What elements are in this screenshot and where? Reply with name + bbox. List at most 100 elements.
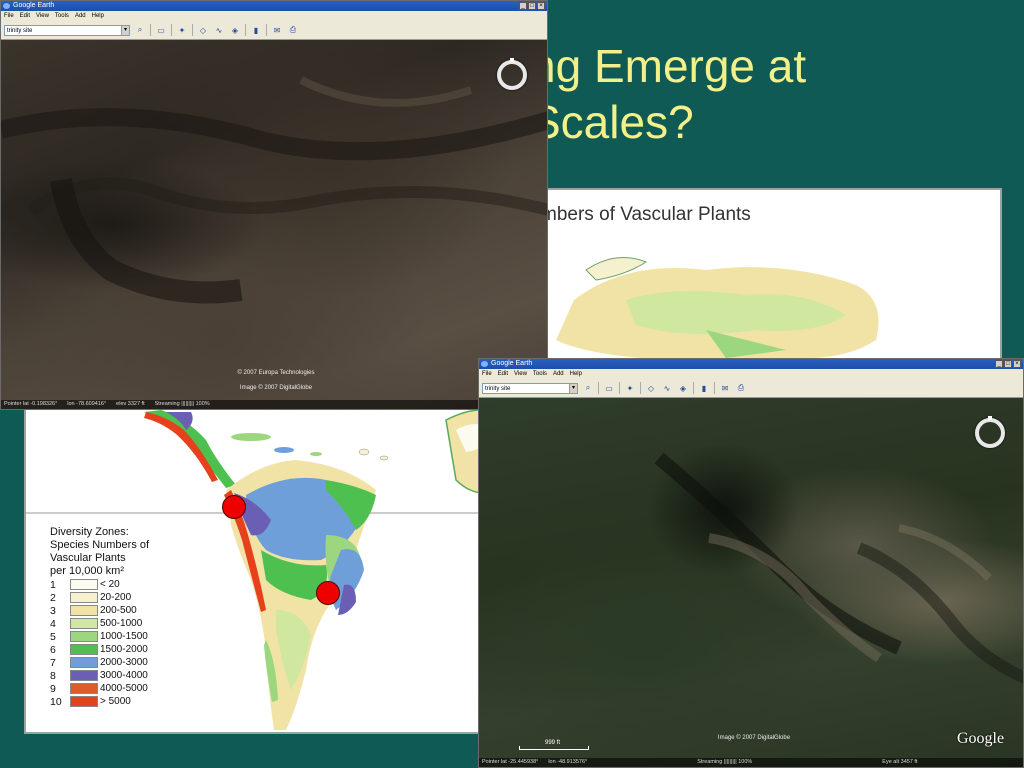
- placemark-icon[interactable]: ✦: [176, 25, 188, 36]
- legend-label: 200-500: [100, 605, 137, 616]
- ge-bottom-satellite-view[interactable]: 999 ft Image © 2007 DigitalGlobe Google …: [479, 398, 1023, 767]
- legend-label: 20-200: [100, 592, 132, 603]
- legend-row: 2 20-200: [50, 591, 170, 604]
- ruler-icon[interactable]: ▮: [698, 383, 710, 394]
- legend-row: 4 500-1000: [50, 617, 170, 630]
- legend-row: 8 3000-4000: [50, 669, 170, 682]
- overlay-icon[interactable]: ◈: [677, 383, 689, 394]
- google-logo: Google: [957, 730, 1005, 747]
- legend-label: > 5000: [100, 696, 131, 707]
- menu-tools[interactable]: Tools: [55, 11, 69, 21]
- menu-add[interactable]: Add: [75, 11, 86, 21]
- legend-zone-number: 1: [50, 578, 56, 591]
- ge-top-title: Google Earth: [13, 2, 55, 9]
- dropdown-arrow-icon[interactable]: ▾: [121, 25, 129, 35]
- ruler-icon[interactable]: ▮: [250, 25, 262, 36]
- legend-rows: 1 < 20 2 20-200 3 200-500 4 500-1000 5 1000-1500 6…: [50, 578, 170, 708]
- legend-row: 7 2000-3000: [50, 656, 170, 669]
- sidebar-toggle-icon[interactable]: ▭: [603, 383, 615, 394]
- maximize-icon[interactable]: □: [1004, 360, 1012, 368]
- legend-row: 3 200-500: [50, 604, 170, 617]
- google-earth-logo-icon: [481, 361, 488, 367]
- legend-label: < 20: [100, 579, 120, 590]
- toolbar-separator: [619, 382, 620, 394]
- sidebar-toggle-icon[interactable]: ▭: [155, 25, 167, 36]
- navigation-compass-icon[interactable]: [975, 416, 1005, 448]
- slide-title: ng Emerge at Scales?: [530, 38, 1010, 150]
- legend-title-2: Species Numbers of: [50, 539, 150, 551]
- toolbar-separator: [192, 24, 193, 36]
- search-icon[interactable]: ⌕: [582, 383, 594, 394]
- legend-zone-number: 8: [50, 669, 56, 682]
- ge-top-titlebar: Google Earth _ □ ×: [1, 1, 547, 11]
- print-icon[interactable]: ⎙: [287, 25, 299, 36]
- menu-edit[interactable]: Edit: [20, 11, 30, 21]
- legend-label: 3000-4000: [100, 670, 148, 681]
- placemark-icon[interactable]: ✦: [624, 383, 636, 394]
- menu-edit[interactable]: Edit: [498, 369, 508, 379]
- map-title: mbers of Vascular Plants: [541, 204, 751, 225]
- ge-top-satellite-view[interactable]: © 2007 Europa Technologies Image © 2007 …: [1, 40, 547, 409]
- path-icon[interactable]: ∿: [661, 383, 673, 394]
- legend-zone-number: 3: [50, 604, 56, 617]
- search-input[interactable]: trinity site ▾: [4, 24, 130, 36]
- diversity-legend: Diversity Zones: Species Numbers of Vasc…: [50, 526, 170, 708]
- navigation-compass-icon[interactable]: [497, 58, 527, 90]
- legend-zone-number: 9: [50, 682, 56, 695]
- email-icon[interactable]: ✉: [719, 383, 731, 394]
- email-icon[interactable]: ✉: [271, 25, 283, 36]
- legend-zone-number: 6: [50, 643, 56, 656]
- slide-title-line-1: ng Emerge at: [530, 40, 807, 92]
- toolbar-separator: [714, 382, 715, 394]
- menu-help[interactable]: Help: [92, 11, 104, 21]
- legend-swatch: [70, 618, 98, 629]
- print-icon[interactable]: ⎙: [735, 383, 747, 394]
- overlay-icon[interactable]: ◈: [229, 25, 241, 36]
- menu-tools[interactable]: Tools: [533, 369, 547, 379]
- legend-row: 9 4000-5000: [50, 682, 170, 695]
- status-elevation: elev 3327 ft: [116, 401, 145, 407]
- menu-view[interactable]: View: [36, 11, 49, 21]
- ge-bottom-statusbar: Pointer lat -25.445938° lon -48.913576° …: [479, 758, 1023, 767]
- google-earth-logo-icon: [3, 3, 10, 9]
- google-earth-window-top: Google Earth _ □ × File Edit View Tools …: [0, 0, 548, 410]
- menu-file[interactable]: File: [482, 369, 492, 379]
- path-icon[interactable]: ∿: [213, 25, 225, 36]
- legend-label: 500-1000: [100, 618, 143, 629]
- polygon-icon[interactable]: ◇: [645, 383, 657, 394]
- legend-zone-number: 7: [50, 656, 56, 669]
- menu-add[interactable]: Add: [553, 369, 564, 379]
- slide-title-line-2: Scales?: [530, 96, 694, 148]
- dropdown-arrow-icon[interactable]: ▾: [569, 383, 577, 393]
- status-pointer-lon: lon -78.609416°: [67, 401, 107, 407]
- maximize-icon[interactable]: □: [528, 2, 536, 10]
- legend-swatch: [70, 631, 98, 642]
- close-icon[interactable]: ×: [537, 2, 545, 10]
- menu-help[interactable]: Help: [570, 369, 582, 379]
- legend-swatch: [70, 592, 98, 603]
- status-pointer-lon: lon -48.913576°: [548, 759, 588, 765]
- legend-row: 10 > 5000: [50, 695, 170, 708]
- search-icon[interactable]: ⌕: [134, 25, 146, 36]
- legend-zone-number: 2: [50, 591, 56, 604]
- legend-swatch: [70, 696, 98, 707]
- toolbar-separator: [640, 382, 641, 394]
- ge-top-copyright-1: © 2007 Europa Technologies: [237, 370, 315, 376]
- menu-view[interactable]: View: [514, 369, 527, 379]
- toolbar-separator: [266, 24, 267, 36]
- minimize-icon[interactable]: _: [995, 360, 1003, 368]
- close-icon[interactable]: ×: [1013, 360, 1021, 368]
- toolbar-separator: [150, 24, 151, 36]
- search-input-value: trinity site: [485, 385, 511, 392]
- scale-label: 999 ft: [545, 740, 561, 746]
- scale-bar: [519, 746, 589, 750]
- search-input[interactable]: trinity site ▾: [482, 382, 578, 394]
- status-streaming: Streaming ||||||||| 100%: [697, 759, 753, 765]
- ge-top-statusbar: Pointer lat -0.198326° lon -78.609416° e…: [1, 400, 547, 409]
- legend-title-4: per 10,000 km²: [50, 565, 124, 577]
- menu-file[interactable]: File: [4, 11, 14, 21]
- minimize-icon[interactable]: _: [519, 2, 527, 10]
- legend-swatch: [70, 644, 98, 655]
- polygon-icon[interactable]: ◇: [197, 25, 209, 36]
- legend-zone-number: 5: [50, 630, 56, 643]
